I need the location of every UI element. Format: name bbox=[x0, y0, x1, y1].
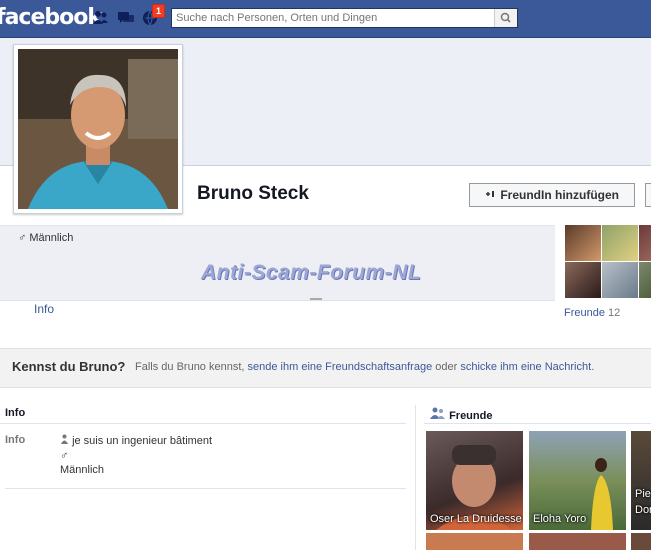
friend-tile[interactable]: Oser La Druidesse bbox=[426, 431, 523, 530]
info-bottom-divider bbox=[5, 488, 406, 489]
add-friend-icon bbox=[485, 188, 500, 202]
info-section-heading: Info bbox=[5, 407, 26, 419]
friend-name: Eloha Yoro bbox=[533, 513, 587, 525]
friend-thumb[interactable] bbox=[602, 262, 638, 298]
profile-name[interactable]: Bruno Steck bbox=[197, 183, 309, 205]
male-icon: ♂ bbox=[18, 232, 27, 244]
friend-name: Oser La Druidesse bbox=[430, 513, 522, 525]
friend-thumb[interactable] bbox=[565, 262, 601, 298]
friends-heading-label: Freunde bbox=[449, 410, 493, 422]
work-info: je suis un ingenieur bâtiment bbox=[60, 434, 212, 447]
column-divider bbox=[415, 405, 416, 550]
friend-tile[interactable] bbox=[426, 533, 523, 550]
friend-tile[interactable]: Pier Dor bbox=[631, 431, 651, 530]
info-divider bbox=[0, 423, 406, 424]
add-friend-label: FreundIn hinzufügen bbox=[500, 188, 619, 202]
messages-icon[interactable] bbox=[117, 10, 134, 26]
tab-info[interactable]: Info bbox=[34, 302, 54, 316]
facebook-logo[interactable]: facebook bbox=[0, 5, 102, 30]
top-bar: facebook 1 bbox=[0, 0, 651, 38]
know-box-title: Kennst du Bruno? bbox=[12, 359, 126, 374]
gender-label: Männlich bbox=[29, 232, 74, 244]
know-text-2: oder bbox=[435, 361, 458, 373]
send-message-link[interactable]: schicke ihm eine Nachricht bbox=[460, 361, 591, 373]
send-friend-request-link[interactable]: sende ihm eine Freundschaftsanfrage bbox=[248, 361, 433, 373]
friend-name: Pier bbox=[635, 488, 651, 500]
info-label: Info bbox=[5, 434, 26, 446]
friends-thumbnails[interactable] bbox=[565, 225, 651, 299]
tab-friends-label: Freunde bbox=[564, 307, 605, 319]
person-icon bbox=[60, 434, 72, 447]
friend-name: Dor bbox=[635, 504, 651, 516]
profile-photo bbox=[18, 49, 178, 209]
friend-tile[interactable] bbox=[631, 533, 651, 550]
gender-info: ♂ Männlich bbox=[18, 232, 73, 244]
work-text: je suis un ingenieur bâtiment bbox=[72, 435, 213, 447]
friend-thumb[interactable] bbox=[639, 225, 651, 261]
know-text-3: . bbox=[591, 361, 595, 373]
profile-picture[interactable] bbox=[13, 44, 183, 214]
add-friend-button[interactable]: FreundIn hinzufügen bbox=[469, 183, 635, 207]
friend-thumb[interactable] bbox=[565, 225, 601, 261]
friend-thumb[interactable] bbox=[639, 262, 651, 298]
notification-badge[interactable]: 1 bbox=[152, 4, 166, 18]
friend-tile[interactable] bbox=[529, 533, 626, 550]
male-icon: ♂ bbox=[60, 450, 69, 462]
message-button[interactable] bbox=[645, 183, 651, 207]
friends-section-heading: Freunde bbox=[430, 407, 492, 422]
friend-thumb[interactable] bbox=[602, 225, 638, 261]
know-box-text: Falls du Bruno kennst, sende ihm eine Fr… bbox=[135, 361, 594, 373]
search-button[interactable] bbox=[494, 9, 517, 27]
search-input[interactable] bbox=[172, 9, 500, 27]
friend-requests-icon[interactable] bbox=[92, 10, 108, 26]
search-box bbox=[171, 8, 518, 28]
tab-divider bbox=[310, 298, 322, 300]
friend-tile[interactable]: Eloha Yoro bbox=[529, 431, 626, 530]
friends-divider bbox=[424, 423, 651, 424]
search-icon bbox=[500, 12, 511, 23]
friends-icon bbox=[430, 407, 449, 422]
friends-count: 12 bbox=[608, 307, 621, 319]
watermark: Anti-Scam-Forum-NL bbox=[201, 261, 422, 284]
tab-friends[interactable]: Freunde 12 bbox=[564, 307, 620, 319]
know-text-1: Falls du Bruno kennst, bbox=[135, 361, 245, 373]
info-gender: Männlich bbox=[60, 464, 105, 476]
